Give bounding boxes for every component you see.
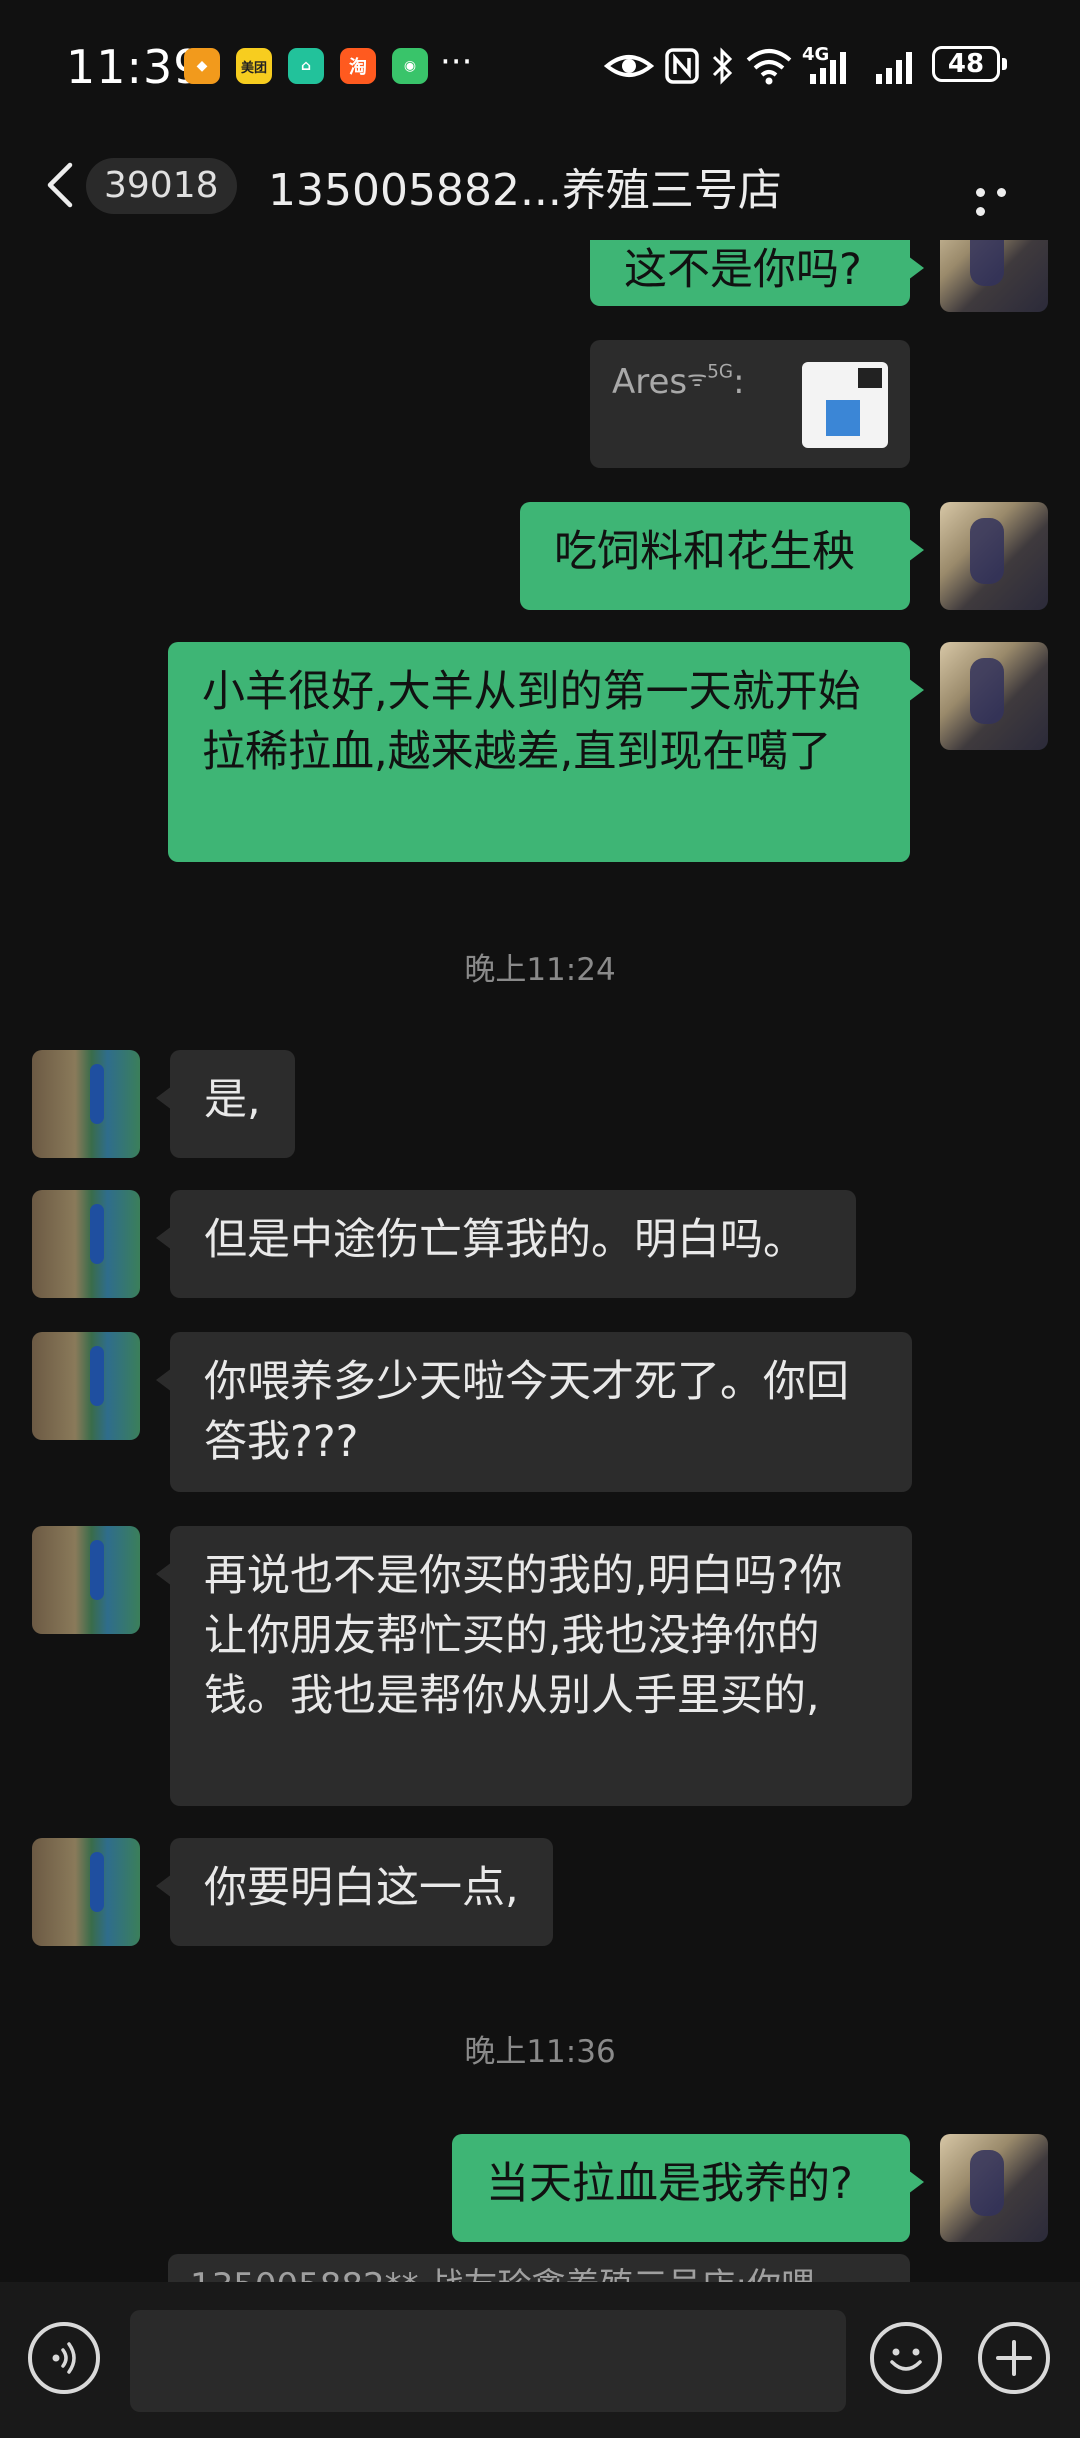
orange-app-icon: ◆ [184,48,220,84]
message-text: 这不是你吗? [624,245,862,295]
taobao-icon: 淘 [340,48,376,84]
battery-tip [1002,58,1007,70]
quoted-message-card[interactable]: Aresᯤ5G: [590,340,910,468]
chat-title: 135005882...养殖三号店 [268,165,782,216]
message-text: 你要明白这一点, [204,1863,519,1913]
contact-avatar[interactable] [32,1526,140,1634]
message-text: 再说也不是你买的我的,明白吗?你让你朋友帮忙买的,我也没挣你的钱。我也是帮你从别… [204,1551,843,1721]
message-text: 是, [204,1075,261,1125]
message-bubble-received[interactable]: 你要明白这一点, [156,1838,553,1946]
message-list[interactable]: 这不是你吗? Aresᯤ5G: 吃饲料和花生秧 小羊很好,大羊从到的第一天就开始… [0,240,1080,2282]
status-bar: 11:39 ◆ 美团 ⌂ 淘 ◉ ··· 4G 48 [0,0,1080,130]
quoted-image-thumbnail [802,362,888,448]
nfc-icon [665,48,699,84]
message-timestamp: 晚上11:36 [464,2034,616,2070]
bluetooth-icon [712,47,733,85]
contact-avatar[interactable] [32,1838,140,1946]
chat-screen: 11:39 ◆ 美团 ⌂ 淘 ◉ ··· 4G 48 39018 1350058… [0,0,1080,2438]
my-avatar[interactable] [940,502,1048,610]
chevron-left-icon[interactable] [40,160,80,210]
message-bubble-received[interactable]: 再说也不是你买的我的,明白吗?你让你朋友帮忙买的,我也没挣你的钱。我也是帮你从别… [156,1526,912,1806]
my-avatar[interactable] [940,642,1048,750]
contact-avatar[interactable] [32,1332,140,1440]
more-notifications-icon: ··· [440,42,473,82]
signal-strength-icon [810,52,846,84]
message-bubble-sent[interactable]: 当天拉血是我养的? [452,2134,924,2242]
quoted-message-text: Aresᯤ5G: [612,362,745,402]
message-text: 但是中途伤亡算我的。明白吗。 [204,1215,806,1265]
emoji-icon[interactable] [870,2322,942,2394]
quoted-message-text: 135005882** 战友珍禽养殖三号店:你喂 [190,2258,815,2282]
my-avatar[interactable] [940,240,1048,312]
message-text: 小羊很好,大羊从到的第一天就开始拉稀拉血,越来越差,直到现在噶了 [202,667,861,777]
contact-avatar[interactable] [32,1050,140,1158]
green-app-icon: ◉ [392,48,428,84]
message-bubble-received[interactable]: 你喂养多少天啦今天才死了。你回答我??? [156,1332,912,1492]
status-time: 11:39 [66,40,204,94]
voice-input-icon[interactable] [28,2322,100,2394]
message-text: 你喂养多少天啦今天才死了。你回答我??? [204,1357,849,1467]
message-bubble-sent[interactable]: 这不是你吗? [590,240,924,306]
quoted-message-card[interactable]: 135005882** 战友珍禽养殖三号店:你喂 [168,2254,910,2282]
meituan-icon: 美团 [236,48,272,84]
signal-strength-2-icon [876,52,912,84]
message-timestamp: 晚上11:24 [464,952,616,988]
chat-header: 39018 135005882...养殖三号店 [0,130,1080,240]
input-bar [0,2282,1080,2438]
plus-icon[interactable] [978,2322,1050,2394]
contact-avatar[interactable] [32,1190,140,1298]
mi-home-icon: ⌂ [288,48,324,84]
my-avatar[interactable] [940,2134,1048,2242]
eye-icon [604,55,654,77]
message-input[interactable] [130,2310,846,2412]
more-dots-icon[interactable] [976,182,1028,216]
message-bubble-received[interactable]: 是, [156,1050,295,1158]
message-bubble-sent[interactable]: 小羊很好,大羊从到的第一天就开始拉稀拉血,越来越差,直到现在噶了 [168,642,924,862]
message-text: 当天拉血是我养的? [486,2159,853,2209]
message-bubble-sent[interactable]: 吃饲料和花生秧 [520,502,924,610]
message-text: 吃饲料和花生秧 [554,527,855,577]
battery-icon: 48 [932,46,1000,82]
unread-count-badge[interactable]: 39018 [86,158,237,214]
message-bubble-received[interactable]: 但是中途伤亡算我的。明白吗。 [156,1190,856,1298]
battery-level: 48 [947,49,985,79]
wifi-icon [746,49,792,85]
